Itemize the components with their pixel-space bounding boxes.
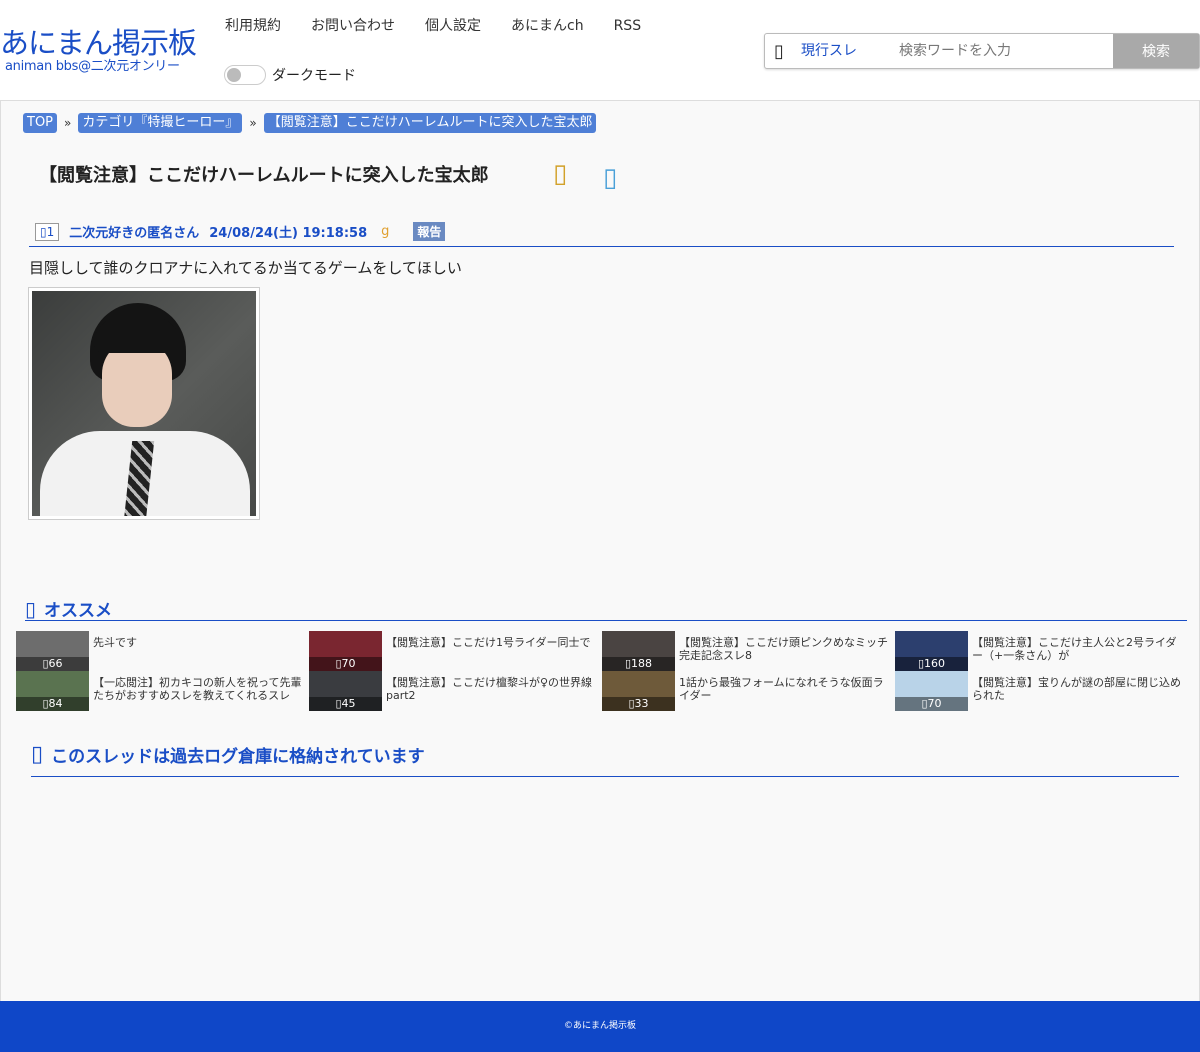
nav-terms-link[interactable]: 利用規約 xyxy=(225,16,281,36)
dark-mode-switch[interactable] xyxy=(224,65,266,85)
post-date: 24/08/24(土) 19:18:58 xyxy=(209,226,368,241)
recommend-item[interactable]: ▯66 先斗です xyxy=(16,631,309,671)
post-author-name: 二次元好きの匿名さん xyxy=(69,226,200,241)
recommend-heading: ▯ オススメ xyxy=(25,597,1187,621)
recommend-item[interactable]: ▯84 【一応閲注】初カキコの新人を祝って先輩たちがおすすめスレを教えてくれるス… xyxy=(16,671,309,711)
archive-icon: ▯ xyxy=(31,742,44,767)
recommend-thumbnail: ▯188 xyxy=(602,631,675,671)
recommend-count: ▯66 xyxy=(16,657,89,671)
nav-settings-link[interactable]: 個人設定 xyxy=(425,16,481,36)
archived-notice: ▯ このスレッドは過去ログ倉庫に格納されています xyxy=(31,741,1179,777)
search-button[interactable]: 検索 xyxy=(1113,34,1199,68)
post-body: 目隠しして誰のクロアナに入れてるか当てるゲームをしてほしい xyxy=(29,259,462,277)
recommend-link[interactable]: 【閲覧注意】ここだけ1号ライダー同士で xyxy=(382,631,595,671)
recommend-count: ▯84 xyxy=(16,697,89,711)
post-header: ▯1 二次元好きの匿名さん 24/08/24(土) 19:18:58 g 報告 xyxy=(29,217,1174,247)
recommend-item[interactable]: ▯160 【閲覧注意】ここだけ主人公と2号ライダー（+一条さん）が xyxy=(895,631,1188,671)
recommend-item[interactable]: ▯188 【閲覧注意】ここだけ頭ピンクめなミッチ完走記念スレ8 xyxy=(602,631,895,671)
report-button[interactable]: 報告 xyxy=(413,222,446,241)
logo-title: あにまん掲示板 xyxy=(0,26,197,60)
recommend-thumbnail: ▯33 xyxy=(602,671,675,711)
recommend-title: オススメ xyxy=(44,601,113,621)
recommend-thumbnail: ▯84 xyxy=(16,671,89,711)
nav-animanch-link[interactable]: あにまんch xyxy=(511,16,584,36)
search-bar: ▯ 現行スレ 検索 xyxy=(764,33,1200,69)
recommend-thumbnail: ▯66 xyxy=(16,631,89,671)
recommend-link[interactable]: 【一応閲注】初カキコの新人を祝って先輩たちがおすすめスレを教えてくれるスレ xyxy=(89,671,309,711)
recommend-link[interactable]: 【閲覧注意】ここだけ檀黎斗が♀の世界線part2 xyxy=(382,671,602,711)
breadcrumb: TOP » カテゴリ『特撮ヒーロー』 » 【閲覧注意】ここだけハーレムルートに突… xyxy=(23,113,597,133)
search-input[interactable] xyxy=(893,34,1113,68)
recommend-icon: ▯ xyxy=(25,596,37,621)
share-icon[interactable]: ▯ xyxy=(603,163,617,193)
recommend-link[interactable]: 1話から最強フォームになれそうな仮面ライダー xyxy=(675,671,895,711)
recommend-count: ▯70 xyxy=(309,657,382,671)
recommend-list: ▯66 先斗です ▯70 【閲覧注意】ここだけ1号ライダー同士で ▯188 【閲… xyxy=(16,631,1186,711)
top-nav: 利用規約 お問い合わせ 個人設定 あにまんch RSS xyxy=(225,16,671,36)
dark-mode-toggle[interactable]: ダークモード xyxy=(224,65,356,85)
site-footer: ©あにまん掲示板 xyxy=(0,1001,1200,1052)
recommend-link[interactable]: 【閲覧注意】ここだけ頭ピンクめなミッチ完走記念スレ8 xyxy=(675,631,895,671)
breadcrumb-category-link[interactable]: カテゴリ『特撮ヒーロー』 xyxy=(78,113,243,133)
post-mark-icon: g xyxy=(381,224,390,239)
site-logo[interactable]: あにまん掲示板 animan bbs@二次元オンリー xyxy=(0,26,197,74)
main-content: TOP » カテゴリ『特撮ヒーロー』 » 【閲覧注意】ここだけハーレムルートに突… xyxy=(0,101,1200,1001)
breadcrumb-separator: » xyxy=(64,116,72,130)
recommend-count: ▯188 xyxy=(602,657,675,671)
bookmark-icon[interactable]: ▯ xyxy=(553,159,567,189)
recommend-link[interactable]: 【閲覧注意】ここだけ主人公と2号ライダー（+一条さん）が xyxy=(968,631,1188,671)
nav-rss-link[interactable]: RSS xyxy=(614,16,642,36)
archived-notice-text: このスレッドは過去ログ倉庫に格納されています xyxy=(51,747,425,767)
recommend-count: ▯45 xyxy=(309,697,382,711)
breadcrumb-thread-link[interactable]: 【閲覧注意】ここだけハーレムルートに突入した宝太郎 xyxy=(263,113,597,133)
recommend-thumbnail: ▯45 xyxy=(309,671,382,711)
recommend-thumbnail: ▯70 xyxy=(309,631,382,671)
recommend-item[interactable]: ▯70 【閲覧注意】ここだけ1号ライダー同士で xyxy=(309,631,602,671)
logo-subtitle: animan bbs@二次元オンリー xyxy=(5,59,180,74)
recommend-count: ▯160 xyxy=(895,657,968,671)
search-scope-select[interactable]: 現行スレ xyxy=(793,34,893,68)
recommend-count: ▯33 xyxy=(602,697,675,711)
recommend-count: ▯70 xyxy=(895,697,968,711)
search-scope-icon: ▯ xyxy=(774,40,784,62)
switch-knob xyxy=(227,68,241,82)
thread-title: 【閲覧注意】ここだけハーレムルートに突入した宝太郎 xyxy=(39,165,489,186)
site-header: あにまん掲示板 animan bbs@二次元オンリー 利用規約 お問い合わせ 個… xyxy=(0,0,1200,101)
post-photo xyxy=(32,291,256,516)
recommend-thumbnail: ▯70 xyxy=(895,671,968,711)
breadcrumb-top-link[interactable]: TOP xyxy=(23,113,58,133)
dark-mode-label: ダークモード xyxy=(272,68,356,84)
breadcrumb-separator: » xyxy=(249,116,257,130)
post-number[interactable]: ▯1 xyxy=(35,222,60,241)
post-image[interactable] xyxy=(28,287,260,520)
recommend-item[interactable]: ▯45 【閲覧注意】ここだけ檀黎斗が♀の世界線part2 xyxy=(309,671,602,711)
nav-contact-link[interactable]: お問い合わせ xyxy=(311,16,395,36)
recommend-thumbnail: ▯160 xyxy=(895,631,968,671)
recommend-item[interactable]: ▯70 【閲覧注意】宝りんが謎の部屋に閉じ込められた xyxy=(895,671,1188,711)
recommend-link[interactable]: 【閲覧注意】宝りんが謎の部屋に閉じ込められた xyxy=(968,671,1188,711)
post-number-value: 1 xyxy=(46,224,55,239)
recommend-link[interactable]: 先斗です xyxy=(89,631,141,671)
recommend-item[interactable]: ▯33 1話から最強フォームになれそうな仮面ライダー xyxy=(602,671,895,711)
